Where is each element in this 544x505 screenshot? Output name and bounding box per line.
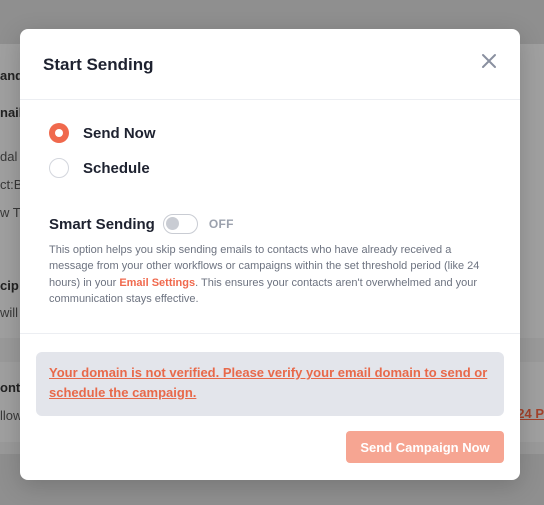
- radio-checked-icon[interactable]: [49, 123, 69, 143]
- background-text: will: [0, 305, 19, 320]
- background-text: dal: [0, 149, 18, 164]
- modal-body: Send Now Schedule Smart Sending OFF This…: [20, 100, 520, 334]
- schedule-option[interactable]: Schedule: [49, 158, 150, 178]
- background-link: 24 P: [517, 406, 544, 421]
- email-settings-link[interactable]: Email Settings: [119, 277, 195, 289]
- verify-domain-link[interactable]: Your domain is not verified. Please veri…: [49, 363, 491, 402]
- schedule-label: Schedule: [83, 159, 150, 177]
- background-text: w T: [0, 205, 21, 220]
- close-button[interactable]: [480, 52, 498, 70]
- send-now-label: Send Now: [83, 124, 156, 142]
- smart-sending-row: Smart Sending OFF: [49, 214, 234, 234]
- send-now-option[interactable]: Send Now: [49, 123, 156, 143]
- background-text: cip: [0, 278, 19, 293]
- start-sending-modal: Start Sending Send Now Schedule Smart Se…: [20, 29, 520, 480]
- send-campaign-now-button[interactable]: Send Campaign Now: [346, 431, 504, 463]
- smart-sending-label: Smart Sending: [49, 215, 155, 233]
- smart-sending-toggle[interactable]: [162, 214, 198, 234]
- toggle-state-label: OFF: [208, 217, 234, 231]
- close-icon: [482, 54, 496, 68]
- toggle-knob: [165, 217, 179, 230]
- modal-title: Start Sending: [43, 55, 154, 74]
- modal-header: Start Sending: [20, 29, 520, 100]
- radio-unchecked-icon[interactable]: [49, 158, 69, 178]
- smart-sending-help-text: This option helps you skip sending email…: [49, 242, 494, 307]
- domain-warning-alert: Your domain is not verified. Please veri…: [36, 352, 504, 416]
